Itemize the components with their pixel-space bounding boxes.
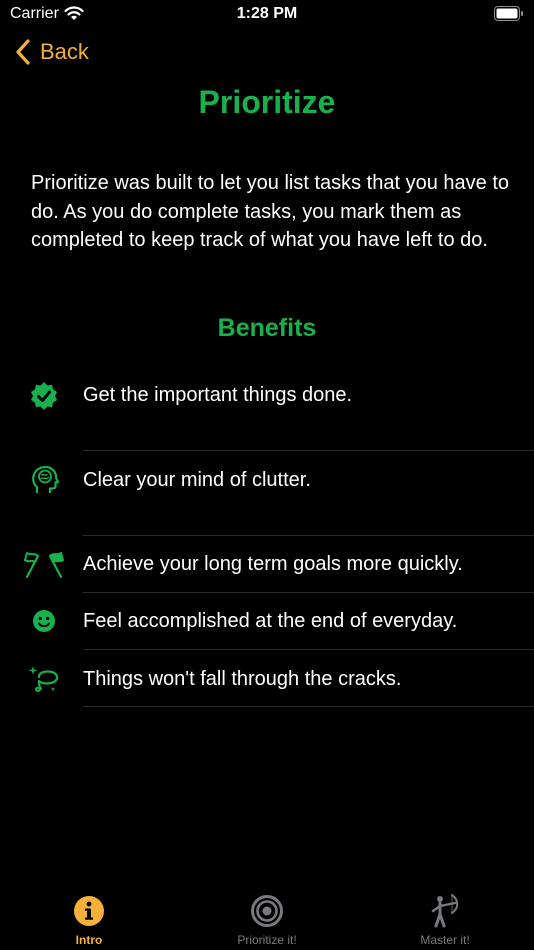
info-icon bbox=[74, 896, 104, 926]
benefit-label: Achieve your long term goals more quickl… bbox=[83, 553, 463, 575]
page-title: Prioritize bbox=[198, 84, 336, 120]
lasso-sparkles-icon bbox=[28, 666, 59, 692]
divider bbox=[83, 649, 534, 650]
tab-bar: Intro Prioritize it! Master it! bbox=[0, 882, 534, 950]
benefit-label: Feel accomplished at the end of everyday… bbox=[83, 610, 458, 632]
divider bbox=[83, 535, 534, 536]
benefit-label: Things won't fall through the cracks. bbox=[83, 668, 402, 690]
divider bbox=[83, 592, 534, 593]
tab-intro[interactable]: Intro bbox=[0, 882, 178, 950]
divider bbox=[83, 706, 534, 707]
back-button[interactable]: Back bbox=[14, 38, 89, 66]
target-icon bbox=[251, 895, 283, 927]
archery-icon bbox=[431, 894, 459, 928]
benefit-label: Get the important things done. bbox=[83, 384, 353, 406]
intro-text: Prioritize was built to let you list tas… bbox=[31, 172, 509, 252]
benefits-title: Benefits bbox=[217, 314, 317, 342]
smiley-icon bbox=[33, 610, 55, 632]
tab-prioritize[interactable]: Prioritize it! bbox=[178, 882, 356, 950]
tab-label: Intro bbox=[75, 933, 103, 947]
tab-label: Master it! bbox=[420, 933, 470, 947]
clock: 1:28 PM bbox=[236, 5, 298, 22]
brain-head-icon bbox=[32, 465, 60, 493]
flags-icon bbox=[24, 552, 64, 579]
chevron-left-icon bbox=[16, 39, 30, 65]
checkmark-seal-icon bbox=[31, 382, 57, 410]
tab-master[interactable]: Master it! bbox=[356, 882, 534, 950]
divider bbox=[83, 450, 534, 451]
back-label: Back bbox=[40, 39, 89, 64]
benefit-label: Clear your mind of clutter. bbox=[83, 469, 311, 491]
battery-icon bbox=[494, 6, 523, 21]
tab-label: Prioritize it! bbox=[237, 933, 297, 947]
status-bar: Carrier 1:28 PM bbox=[0, 0, 534, 30]
